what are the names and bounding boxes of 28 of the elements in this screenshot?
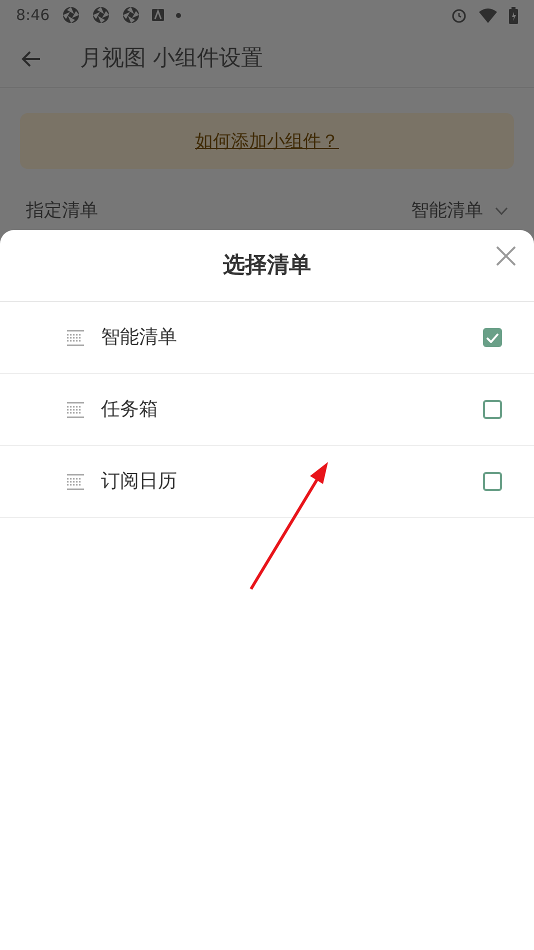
list-icon	[67, 402, 84, 418]
option-label: 智能清单	[101, 325, 178, 350]
status-time: 8:46	[16, 4, 50, 26]
keyboard-icon	[152, 9, 164, 21]
list-option[interactable]: 任务箱	[0, 374, 534, 446]
wifi-icon	[479, 8, 497, 22]
back-icon	[21, 50, 41, 68]
page-title: 月视图 小组件设置	[80, 45, 263, 73]
checkbox[interactable]	[483, 472, 502, 491]
dot-icon	[176, 12, 181, 18]
aperture-icon	[122, 6, 140, 24]
list-icon	[67, 330, 84, 346]
list-option[interactable]: 智能清单	[0, 302, 534, 374]
close-button[interactable]	[494, 244, 518, 268]
aperture-icon	[62, 6, 80, 24]
option-label: 订阅日历	[101, 469, 178, 494]
alarm-icon	[451, 7, 467, 23]
checkbox[interactable]	[483, 400, 502, 419]
option-label: 任务箱	[101, 397, 159, 422]
checkbox[interactable]	[483, 328, 502, 347]
check-icon	[486, 332, 499, 342]
sheet-title: 选择清单	[223, 252, 311, 280]
battery-icon	[509, 6, 518, 24]
close-icon	[496, 246, 516, 266]
list-icon	[67, 474, 84, 490]
aperture-icon	[92, 6, 110, 24]
setting-label: 指定清单	[26, 199, 98, 223]
chevron-down-icon	[495, 206, 508, 214]
